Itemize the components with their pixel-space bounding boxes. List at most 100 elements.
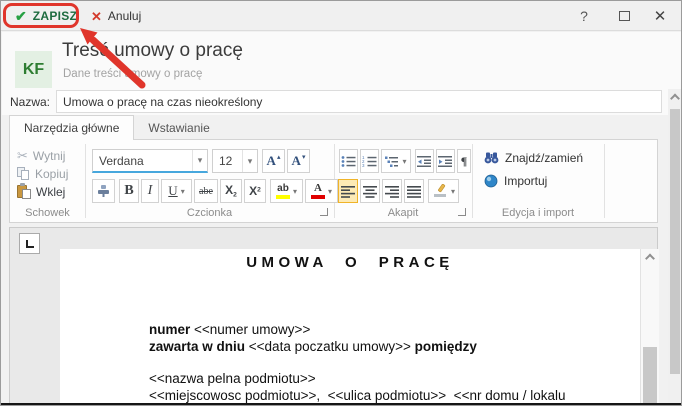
app-window: ✔ ZAPISZ ✕ Anuluj ? ✕ KF Treść umowy o p…: [0, 0, 682, 406]
align-left-button[interactable]: [338, 179, 358, 203]
ribbon: ✂ Wytnij Kopiuj Wklej Schowek Verdana ▾ …: [9, 139, 658, 223]
align-right-button[interactable]: [382, 179, 402, 203]
increase-indent-button[interactable]: [436, 149, 455, 173]
scroll-up-icon[interactable]: [670, 94, 680, 104]
scroll-up-icon[interactable]: [645, 254, 655, 264]
align-center-button[interactable]: [360, 179, 380, 203]
clipboard-icon: [17, 184, 31, 199]
bullet-list-button[interactable]: [339, 149, 358, 173]
form-header: KF Treść umowy o pracę Dane treści umowy…: [2, 32, 682, 89]
increase-indent-icon: [438, 155, 453, 168]
cancel-button[interactable]: ✕ Anuluj: [83, 4, 149, 28]
help-button[interactable]: ?: [573, 6, 595, 26]
superscript-icon: X2: [249, 184, 261, 199]
cut-button[interactable]: ✂ Wytnij: [17, 147, 65, 164]
copy-icon: [17, 167, 30, 180]
cancel-x-icon: ✕: [91, 10, 102, 23]
font-size-value: 12: [213, 154, 242, 168]
page-subtitle: Dane treści umowy o pracę: [63, 68, 202, 80]
scissors-icon: ✂: [17, 149, 28, 162]
tab-home[interactable]: Narzędzia główne: [9, 115, 134, 140]
document-page[interactable]: UMOWA O PRACĘ numer <<numer umowy>> zawa…: [60, 249, 640, 404]
shading-button[interactable]: ▾: [428, 179, 459, 203]
grow-font-icon: A: [267, 153, 276, 169]
chevron-down-icon[interactable]: ▾: [293, 187, 297, 196]
grow-font-button[interactable]: A▴: [262, 149, 285, 173]
underline-button[interactable]: U ▾: [161, 179, 192, 203]
copy-label: Kopiuj: [35, 167, 68, 181]
maximize-icon: [619, 11, 630, 21]
show-marks-button[interactable]: ¶: [457, 149, 471, 173]
justify-button[interactable]: [404, 179, 424, 203]
editor-scrollbar-thumb[interactable]: [643, 347, 657, 404]
document-line: numer <<numer umowy>>: [149, 321, 638, 338]
maximize-button[interactable]: [613, 6, 635, 26]
group-label-font: Czcionka: [85, 207, 334, 219]
chevron-down-icon[interactable]: ▾: [242, 150, 257, 172]
copy-button[interactable]: Kopiuj: [17, 165, 68, 182]
chevron-down-icon[interactable]: ▾: [181, 187, 185, 196]
format-painter-icon: [96, 184, 111, 198]
multilevel-list-button[interactable]: ▾: [381, 149, 411, 173]
font-dialog-launcher[interactable]: [320, 208, 328, 216]
strikethrough-button[interactable]: abe: [194, 179, 218, 203]
name-row: Nazwa:: [2, 89, 682, 115]
multilevel-list-icon: [385, 155, 399, 168]
text-highlight-button[interactable]: ab ▾: [270, 179, 303, 203]
bold-button[interactable]: B: [119, 179, 139, 203]
import-button[interactable]: Importuj: [484, 172, 547, 190]
decrease-indent-button[interactable]: [415, 149, 434, 173]
import-globe-icon: [484, 174, 498, 188]
numbered-list-button[interactable]: 1 2 3: [360, 149, 379, 173]
chevron-down-icon[interactable]: ▾: [328, 187, 332, 196]
subscript-button[interactable]: X2: [220, 179, 242, 203]
paste-button[interactable]: Wklej: [17, 183, 65, 200]
binoculars-icon: [484, 152, 499, 164]
numbered-list-icon: 1 2 3: [362, 155, 377, 168]
group-separator: [604, 144, 605, 218]
editor-scrollbar[interactable]: [640, 249, 659, 404]
underline-glyph: U: [168, 183, 177, 199]
justify-icon: [407, 185, 422, 198]
paste-label: Wklej: [36, 185, 65, 199]
find-replace-button[interactable]: Znajdź/zamień: [484, 149, 583, 167]
ribbon-tabs: Narzędzia główne Wstawianie: [9, 115, 224, 140]
import-label: Importuj: [504, 174, 547, 188]
shading-icon: [432, 184, 448, 198]
cut-label: Wytnij: [33, 149, 66, 163]
save-button[interactable]: ✔ ZAPISZ: [7, 4, 85, 28]
document-line: zawarta w dniu <<data poczatku umowy>> p…: [149, 338, 638, 355]
shrink-font-icon: A: [292, 153, 301, 169]
tab-stop-selector[interactable]: [19, 233, 40, 254]
bullet-list-icon: [341, 155, 356, 168]
font-family-combobox[interactable]: Verdana ▾: [92, 149, 208, 173]
name-input[interactable]: [56, 90, 662, 113]
font-family-value: Verdana: [93, 154, 192, 168]
form-scrollbar[interactable]: [668, 89, 682, 403]
find-replace-label: Znajdź/zamień: [505, 151, 583, 165]
font-color-icon: A: [311, 183, 325, 199]
form-scrollbar-thumb[interactable]: [670, 109, 680, 374]
italic-button[interactable]: I: [141, 179, 159, 203]
chevron-down-icon[interactable]: ▾: [402, 157, 406, 166]
save-button-label: ZAPISZ: [33, 9, 77, 23]
document-editor: UMOWA O PRACĘ numer <<numer umowy>> zawa…: [9, 227, 658, 403]
highlight-icon: ab: [276, 184, 290, 199]
paragraph-dialog-launcher[interactable]: [458, 208, 466, 216]
subscript-icon: X2: [225, 183, 237, 199]
tab-insert[interactable]: Wstawianie: [134, 115, 223, 140]
align-center-icon: [363, 185, 378, 198]
group-label-edit-import: Edycja i import: [472, 207, 604, 219]
chevron-down-icon[interactable]: ▾: [192, 150, 207, 171]
font-color-button[interactable]: A ▾: [305, 179, 338, 203]
tab-stop-icon: [26, 240, 34, 248]
close-button[interactable]: ✕: [649, 6, 671, 26]
superscript-button[interactable]: X2: [244, 179, 266, 203]
format-painter-button[interactable]: [92, 179, 115, 203]
font-size-combobox[interactable]: 12 ▾: [212, 149, 258, 173]
entity-badge: KF: [15, 51, 52, 88]
shrink-font-button[interactable]: A▾: [287, 149, 310, 173]
chevron-down-icon[interactable]: ▾: [451, 187, 455, 196]
cancel-button-label: Anuluj: [108, 9, 141, 23]
group-label-clipboard: Schowek: [10, 207, 85, 219]
